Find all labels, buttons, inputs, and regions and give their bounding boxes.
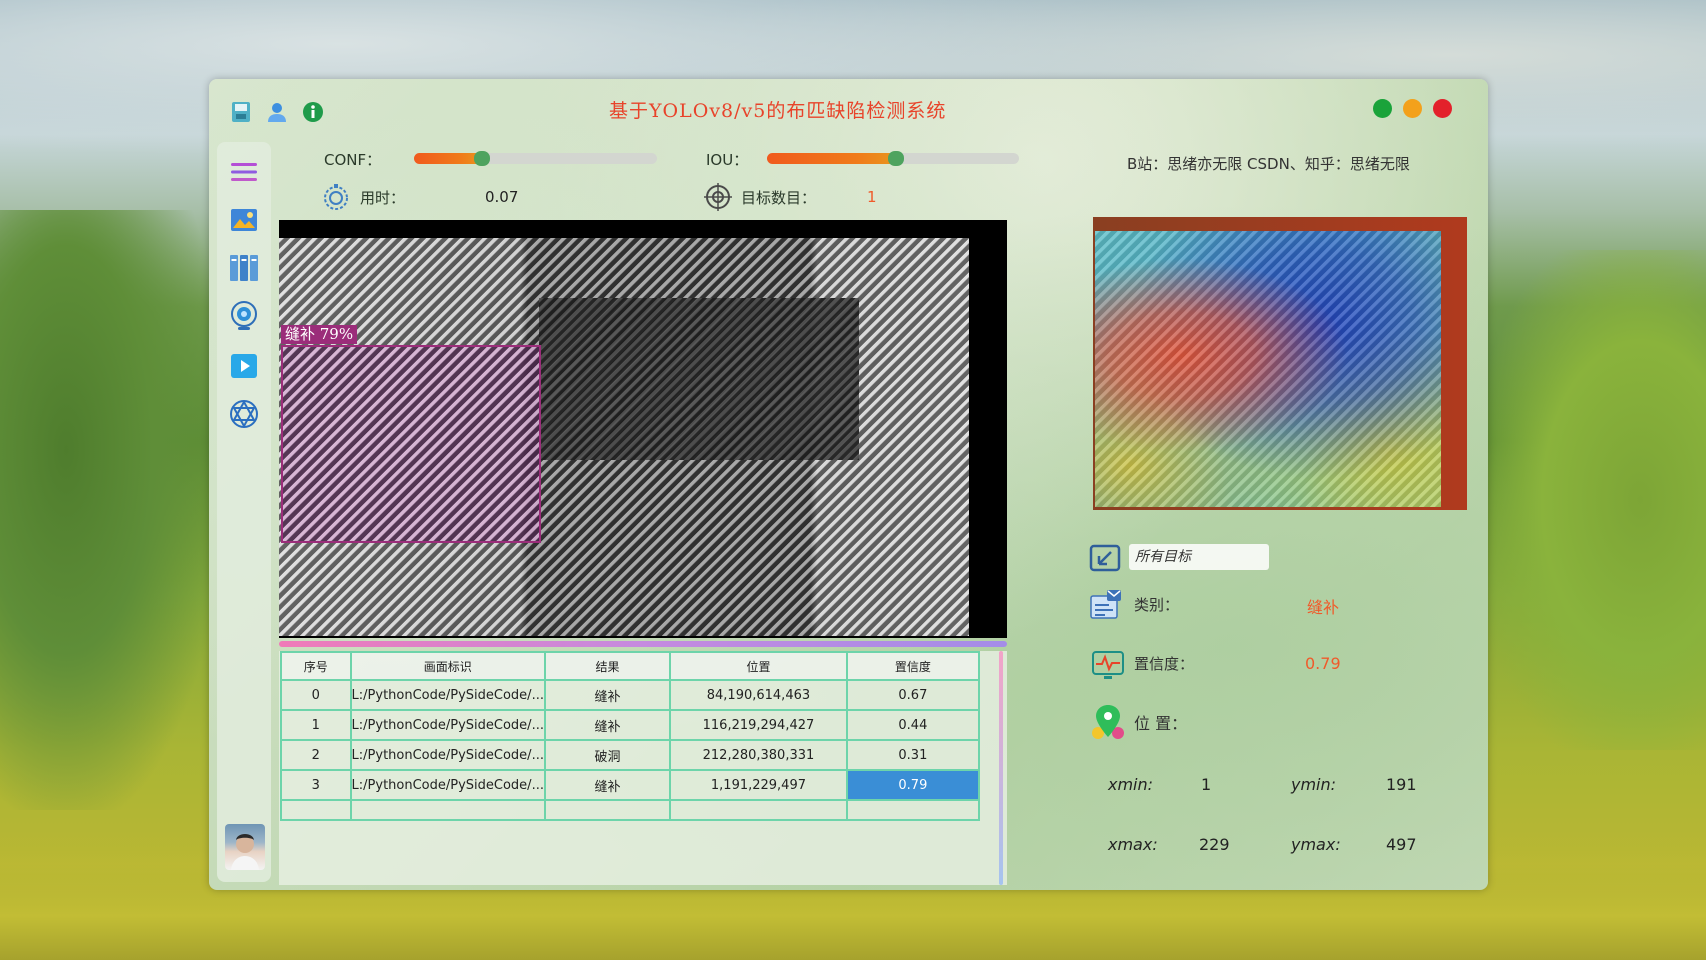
cell-confidence-selected[interactable]: 0.79 xyxy=(845,769,981,801)
ymin-value: 191 xyxy=(1386,775,1417,794)
detection-image: 缝补 79% xyxy=(279,220,1007,638)
class-value: 缝补 xyxy=(1307,598,1340,617)
table-scrollbar[interactable] xyxy=(999,651,1003,885)
ymax-value: 497 xyxy=(1386,835,1417,854)
timer-icon xyxy=(322,183,350,215)
iou-label: IOU： xyxy=(706,151,749,169)
iou-slider[interactable] xyxy=(767,151,1019,166)
table-row[interactable]: 3 L:/PythonCode/PySideCode/... 缝补 1,191,… xyxy=(280,769,981,801)
info-icon[interactable] xyxy=(301,100,325,124)
cell-confidence[interactable]: 0.67 xyxy=(845,679,981,711)
col-header-index[interactable]: 序号 xyxy=(280,651,352,681)
folder-batch-icon[interactable] xyxy=(228,252,260,284)
col-header-position[interactable]: 位置 xyxy=(669,651,848,681)
target-icon xyxy=(704,183,732,215)
cell-position[interactable]: 212,280,380,331 xyxy=(669,739,848,771)
conf-slider-handle[interactable] xyxy=(474,151,490,166)
cell-position[interactable]: 116,219,294,427 xyxy=(669,709,848,741)
col-header-confidence[interactable]: 置信度 xyxy=(845,651,981,681)
confidence-label: 置信度： xyxy=(1134,655,1195,673)
location-icon xyxy=(1089,703,1127,747)
cell-empty xyxy=(280,799,352,821)
window-controls xyxy=(1373,99,1452,118)
cell-result[interactable]: 破洞 xyxy=(543,739,672,771)
count-label: 目标数目： xyxy=(741,189,817,207)
class-label: 类别： xyxy=(1134,596,1180,614)
minimize-button[interactable] xyxy=(1403,99,1422,118)
table-row[interactable]: 0 L:/PythonCode/PySideCode/... 缝补 84,190… xyxy=(280,679,981,711)
cell-index[interactable]: 2 xyxy=(280,739,352,771)
cell-position[interactable]: 1,191,229,497 xyxy=(669,769,848,801)
cell-index[interactable]: 1 xyxy=(280,709,352,741)
user-icon[interactable] xyxy=(265,100,289,124)
cell-source[interactable]: L:/PythonCode/PySideCode/... xyxy=(349,769,546,801)
cell-index[interactable]: 0 xyxy=(280,679,352,711)
conf-label: CONF： xyxy=(324,151,382,169)
cell-empty xyxy=(349,799,546,821)
background-hill-right xyxy=(1486,250,1706,750)
credit-text: B站：思绪亦无限 CSDN、知乎：思绪无限 xyxy=(1127,155,1410,173)
target-select-icon xyxy=(1089,544,1121,576)
xmin-label: xmin: xyxy=(1108,775,1154,794)
model-icon[interactable] xyxy=(228,398,260,430)
detection-label: 缝补 79% xyxy=(281,325,358,344)
conf-slider-fill xyxy=(414,153,482,164)
cell-empty xyxy=(543,799,672,821)
xmin-value: 1 xyxy=(1201,775,1212,794)
table-row-empty xyxy=(280,799,981,821)
detection-box xyxy=(281,345,541,543)
col-header-source[interactable]: 画面标识 xyxy=(349,651,546,681)
col-header-result[interactable]: 结果 xyxy=(543,651,672,681)
save-icon[interactable] xyxy=(229,100,253,124)
time-label: 用时： xyxy=(360,189,406,207)
position-label: 位 置： xyxy=(1134,714,1188,733)
camera-icon[interactable] xyxy=(228,300,260,332)
conf-slider[interactable] xyxy=(414,151,657,166)
table-row[interactable]: 1 L:/PythonCode/PySideCode/... 缝补 116,21… xyxy=(280,709,981,741)
time-value: 0.07 xyxy=(485,188,519,206)
heatmap-image xyxy=(1093,217,1467,510)
heatmap-texture xyxy=(1095,231,1441,507)
confidence-value: 0.79 xyxy=(1305,654,1341,673)
menu-icon[interactable] xyxy=(228,156,260,188)
cell-source[interactable]: L:/PythonCode/PySideCode/... xyxy=(349,709,546,741)
fabric-dark-square xyxy=(539,298,859,460)
ymax-label: ymax: xyxy=(1291,835,1341,854)
cell-empty xyxy=(845,799,981,821)
cell-confidence[interactable]: 0.44 xyxy=(845,709,981,741)
xmax-label: xmax: xyxy=(1108,835,1158,854)
iou-slider-handle[interactable] xyxy=(888,151,904,166)
results-table: 序号 画面标识 结果 位置 置信度 0 L:/PythonCode/PySide… xyxy=(279,651,1007,885)
cell-result[interactable]: 缝补 xyxy=(543,709,672,741)
video-icon[interactable] xyxy=(228,350,260,382)
cell-empty xyxy=(669,799,848,821)
cell-result[interactable]: 缝补 xyxy=(543,679,672,711)
main-window: 基于YOLOv8/v5的布匹缺陷检测系统 CONF： IOU： B站：思绪亦无限… xyxy=(209,79,1488,890)
avatar[interactable] xyxy=(225,824,265,870)
ymin-label: ymin: xyxy=(1291,775,1337,794)
cell-position[interactable]: 84,190,614,463 xyxy=(669,679,848,711)
heatmap-overlay xyxy=(1095,231,1441,507)
close-button[interactable] xyxy=(1433,99,1452,118)
image-icon[interactable] xyxy=(228,204,260,236)
background-hill-left xyxy=(0,210,220,810)
sidebar xyxy=(217,142,271,882)
iou-slider-fill xyxy=(767,153,896,164)
table-row[interactable]: 2 L:/PythonCode/PySideCode/... 破洞 212,28… xyxy=(280,739,981,771)
table-header-row: 序号 画面标识 结果 位置 置信度 xyxy=(280,651,981,681)
app-title: 基于YOLOv8/v5的布匹缺陷检测系统 xyxy=(609,100,947,122)
cell-confidence[interactable]: 0.31 xyxy=(845,739,981,771)
maximize-button[interactable] xyxy=(1373,99,1392,118)
confidence-icon xyxy=(1091,649,1125,687)
class-icon xyxy=(1089,588,1123,626)
target-select[interactable]: 所有目标 xyxy=(1129,544,1269,570)
cell-source[interactable]: L:/PythonCode/PySideCode/... xyxy=(349,739,546,771)
cell-index[interactable]: 3 xyxy=(280,769,352,801)
xmax-value: 229 xyxy=(1199,835,1230,854)
title-icons xyxy=(229,100,325,124)
progress-bar xyxy=(279,641,1007,647)
cell-result[interactable]: 缝补 xyxy=(543,769,672,801)
cell-source[interactable]: L:/PythonCode/PySideCode/... xyxy=(349,679,546,711)
count-value: 1 xyxy=(867,188,877,206)
